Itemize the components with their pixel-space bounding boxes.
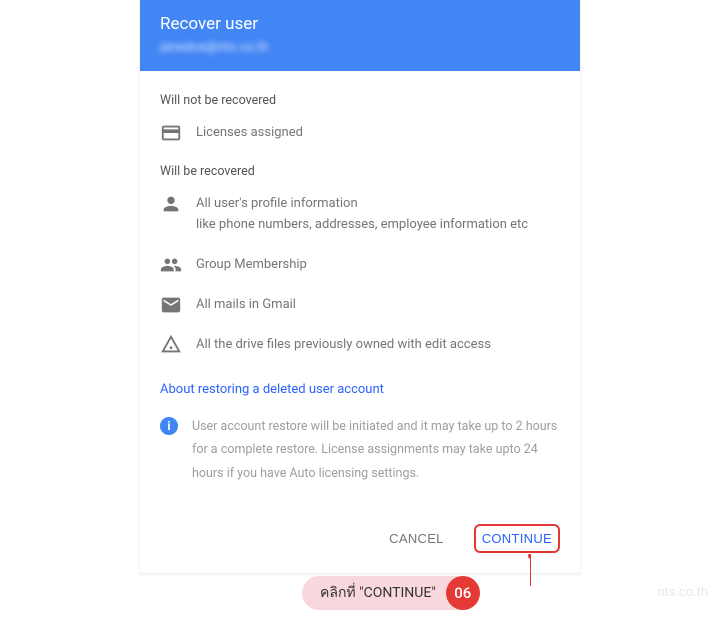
user-email: janedoe@nts.co.th xyxy=(160,40,560,55)
mail-icon xyxy=(160,294,182,316)
item-profile: All user's profile information like phon… xyxy=(160,193,560,236)
item-mails-text: All mails in Gmail xyxy=(196,294,296,316)
item-group: Group Membership xyxy=(160,254,560,276)
person-icon xyxy=(160,193,182,215)
item-licenses: Licenses assigned xyxy=(160,122,560,144)
about-restore-link[interactable]: About restoring a deleted user account xyxy=(160,382,560,397)
annotation-text: คลิกที่ "CONTINUE" xyxy=(320,582,446,604)
drive-icon xyxy=(160,334,182,356)
info-text: User account restore will be initiated a… xyxy=(192,415,560,486)
cancel-button[interactable]: CANCEL xyxy=(383,526,450,551)
item-drive: All the drive files previously owned wit… xyxy=(160,334,560,356)
dialog-title: Recover user xyxy=(160,14,560,34)
group-icon xyxy=(160,254,182,276)
item-profile-text: All user's profile information like phon… xyxy=(196,193,528,236)
recover-user-dialog: Recover user janedoe@nts.co.th Will not … xyxy=(140,0,580,573)
watermark: nts.co.th xyxy=(657,585,708,600)
item-group-text: Group Membership xyxy=(196,254,307,276)
continue-button[interactable]: CONTINUE xyxy=(474,524,560,553)
annotation-badge: 06 xyxy=(446,576,480,610)
item-drive-text: All the drive files previously owned wit… xyxy=(196,334,491,356)
info-icon: i xyxy=(160,417,178,435)
dialog-header: Recover user janedoe@nts.co.th xyxy=(140,0,580,71)
step-annotation: คลิกที่ "CONTINUE" 06 xyxy=(302,576,480,610)
card-icon xyxy=(160,122,182,144)
item-licenses-text: Licenses assigned xyxy=(196,122,303,144)
section-recovered-title: Will be recovered xyxy=(160,164,560,179)
info-row: i User account restore will be initiated… xyxy=(160,415,560,486)
dialog-buttons: CANCEL CONTINUE xyxy=(160,524,560,553)
section-not-recovered-title: Will not be recovered xyxy=(160,93,560,108)
item-mails: All mails in Gmail xyxy=(160,294,560,316)
dialog-body: Will not be recovered Licenses assigned … xyxy=(140,71,580,573)
